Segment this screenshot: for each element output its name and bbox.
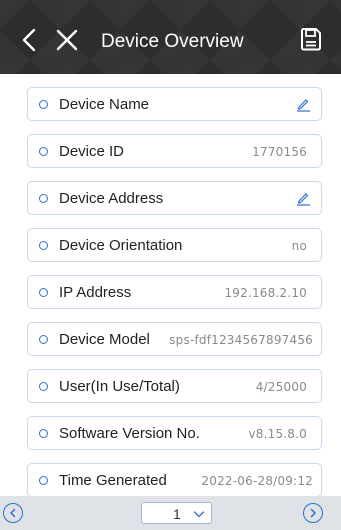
next-page-button[interactable] bbox=[303, 503, 323, 523]
row-ip-address: IP Address 192.168.2.10 bbox=[27, 275, 322, 309]
edit-pencil-icon[interactable] bbox=[295, 190, 311, 206]
chevron-down-icon bbox=[193, 511, 205, 518]
row-label: Device ID bbox=[59, 143, 125, 160]
row-label: Time Generated bbox=[59, 472, 167, 489]
back-chevron-icon bbox=[22, 28, 36, 52]
page-select[interactable]: 1 bbox=[141, 502, 212, 524]
row-value: 2022-06-28/09:12 bbox=[201, 474, 313, 488]
row-value: v8.15.8.0 bbox=[248, 427, 307, 441]
row-time-generated: Time Generated 2022-06-28/09:12 bbox=[27, 463, 322, 497]
prev-circle-icon bbox=[10, 508, 16, 518]
row-label: Device Orientation bbox=[59, 237, 183, 254]
row-device-orientation: Device Orientation no bbox=[27, 228, 322, 262]
bullet-circle-icon bbox=[39, 382, 48, 391]
pagination-bar: 1 bbox=[0, 496, 341, 530]
row-value: sps-fdf1234567897456 bbox=[169, 333, 313, 347]
row-value: 192.168.2.10 bbox=[224, 286, 307, 300]
current-page-number: 1 bbox=[173, 506, 181, 522]
header-bar: Device Overview bbox=[0, 0, 341, 74]
next-circle-icon bbox=[310, 508, 316, 518]
save-button[interactable] bbox=[299, 26, 323, 52]
device-overview-screen: Device Overview Device Name Device ID 17… bbox=[0, 0, 341, 530]
bullet-circle-icon bbox=[39, 100, 48, 109]
page-title: Device Overview bbox=[101, 31, 244, 52]
row-value: no bbox=[291, 239, 307, 253]
row-label: Device Model bbox=[59, 331, 150, 348]
bullet-circle-icon bbox=[39, 194, 48, 203]
row-software-version: Software Version No. v8.15.8.0 bbox=[27, 416, 322, 450]
close-button[interactable] bbox=[53, 26, 81, 54]
bullet-circle-icon bbox=[39, 288, 48, 297]
bullet-circle-icon bbox=[39, 476, 48, 485]
edit-pencil-icon[interactable] bbox=[295, 96, 311, 112]
row-device-model: Device Model sps-fdf1234567897456 bbox=[27, 322, 322, 356]
row-device-id: Device ID 1770156 bbox=[27, 134, 322, 168]
save-icon bbox=[301, 28, 321, 51]
row-label: User(In Use/Total) bbox=[59, 378, 180, 395]
back-button[interactable] bbox=[18, 26, 40, 54]
row-label: Software Version No. bbox=[59, 425, 200, 442]
row-value: 1770156 bbox=[252, 145, 307, 159]
device-info-list: Device Name Device ID 1770156 Device Add… bbox=[0, 74, 341, 497]
row-user-count: User(In Use/Total) 4/25000 bbox=[27, 369, 322, 403]
bullet-circle-icon bbox=[39, 147, 48, 156]
bullet-circle-icon bbox=[39, 429, 48, 438]
row-label: Device Name bbox=[59, 96, 150, 113]
close-icon bbox=[56, 29, 78, 51]
row-label: Device Address bbox=[59, 190, 164, 207]
row-device-name: Device Name bbox=[27, 87, 322, 121]
row-label: IP Address bbox=[59, 284, 132, 301]
row-value: 4/25000 bbox=[255, 380, 307, 394]
bullet-circle-icon bbox=[39, 335, 48, 344]
row-device-address: Device Address bbox=[27, 181, 322, 215]
bullet-circle-icon bbox=[39, 241, 48, 250]
prev-page-button[interactable] bbox=[3, 503, 23, 523]
